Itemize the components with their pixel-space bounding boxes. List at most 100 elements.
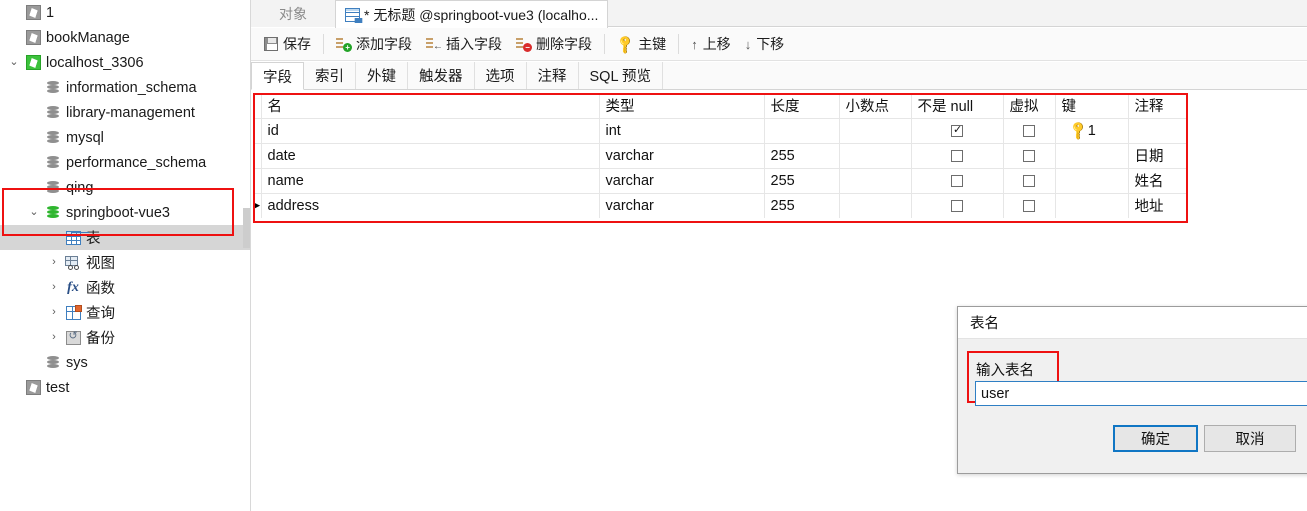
tree-item-information-schema[interactable]: information_schema	[0, 75, 250, 100]
table-row[interactable]: ▶ address varchar 255 地址	[253, 193, 1188, 218]
field-type-cell[interactable]: int	[599, 118, 765, 144]
subtab-SQL 预览[interactable]: SQL 预览	[579, 62, 664, 89]
chevron-down-icon[interactable]: ⌄	[6, 57, 22, 68]
field-length-cell[interactable]: 255	[764, 168, 840, 194]
field-comment-cell[interactable]	[1128, 118, 1188, 144]
tree-item-test[interactable]: test	[0, 375, 250, 400]
grid-column-header[interactable]: 名	[261, 93, 600, 119]
field-virtual-cell[interactable]	[1003, 193, 1056, 218]
field-decimals-cell[interactable]	[839, 143, 912, 169]
grid-column-header[interactable]: 注释	[1128, 93, 1188, 119]
grid-column-header[interactable]: 虚拟	[1003, 93, 1056, 119]
tree-item-label: localhost_3306	[46, 54, 144, 71]
subtab-字段[interactable]: 字段	[251, 62, 304, 90]
tree-item-备份[interactable]: › 备份	[0, 325, 250, 350]
chevron-right-icon[interactable]: ›	[46, 257, 62, 268]
grid-column-header[interactable]: 类型	[599, 93, 765, 119]
field-virtual-cell[interactable]	[1003, 118, 1056, 144]
field-length-cell[interactable]: 255	[764, 143, 840, 169]
save-button[interactable]: 保存	[257, 31, 318, 57]
field-grid-body[interactable]: idint🔑1datevarchar255日期namevarchar255姓名▶…	[253, 118, 1188, 218]
key-cell[interactable]: 🔑 1	[1055, 118, 1129, 144]
field-name-cell[interactable]: date	[261, 143, 600, 169]
chevron-right-icon[interactable]: ›	[46, 282, 62, 293]
grid-column-header[interactable]: 长度	[764, 93, 840, 119]
tree-item-视图[interactable]: › 视图	[0, 250, 250, 275]
sidebar-scrollbar-thumb[interactable]	[243, 208, 250, 248]
field-virtual-cell[interactable]	[1003, 143, 1056, 169]
tree-item-查询[interactable]: › 查询	[0, 300, 250, 325]
tree-item-函数[interactable]: › fx 函数	[0, 275, 250, 300]
subtab-选项[interactable]: 选项	[475, 62, 527, 89]
field-type-cell[interactable]: varchar	[599, 143, 765, 169]
move-up-label: 上移	[702, 36, 731, 52]
field-type-cell[interactable]: varchar	[599, 168, 765, 194]
field-grid-container[interactable]: 名类型长度小数点不是 null虚拟键注释 idint🔑1datevarchar2…	[253, 93, 1188, 223]
key-cell[interactable]	[1055, 168, 1129, 194]
tree-item-localhost-3306[interactable]: ⌄ localhost_3306	[0, 50, 250, 75]
field-decimals-cell[interactable]	[839, 118, 912, 144]
field-comment-cell[interactable]: 姓名	[1128, 168, 1188, 194]
primary-key-button[interactable]: 🔑 主键	[610, 31, 673, 57]
tree-item-bookmanage[interactable]: bookManage	[0, 25, 250, 50]
chevron-right-icon[interactable]: ›	[46, 332, 62, 343]
tab-objects[interactable]: 对象	[251, 0, 335, 27]
field-comment-cell[interactable]: 地址	[1128, 193, 1188, 218]
key-cell[interactable]	[1055, 193, 1129, 218]
move-down-button[interactable]: ↓ 下移	[738, 31, 792, 57]
field-notnull-cell[interactable]	[911, 143, 1004, 169]
field-comment-cell[interactable]: 日期	[1128, 143, 1188, 169]
database-icon	[46, 80, 60, 95]
tab-table-designer[interactable]: * 无标题 @springboot-vue3 (localho...	[335, 0, 609, 28]
field-notnull-cell[interactable]	[911, 168, 1004, 194]
insert-field-button[interactable]: ← 插入字段	[419, 31, 509, 57]
subtab-label: SQL 预览	[589, 69, 652, 85]
grid-column-header[interactable]: 不是 null	[911, 93, 1004, 119]
delete-field-button[interactable]: − 删除字段	[509, 31, 599, 57]
field-virtual-cell[interactable]	[1003, 168, 1056, 194]
key-cell[interactable]	[1055, 143, 1129, 169]
dialog-title-bar: 表名 ✕	[958, 307, 1307, 339]
tab-strip: 对象 * 无标题 @springboot-vue3 (localho...	[251, 0, 1307, 28]
field-name-cell[interactable]: address	[261, 193, 600, 218]
field-grid[interactable]: 名类型长度小数点不是 null虚拟键注释 idint🔑1datevarchar2…	[253, 93, 1188, 218]
subtab-索引[interactable]: 索引	[304, 62, 356, 89]
tree-item-icon	[62, 255, 84, 270]
subtab-触发器[interactable]: 触发器	[408, 62, 475, 89]
table-row[interactable]: date varchar 255 日期	[253, 143, 1188, 169]
field-length-cell[interactable]	[764, 118, 840, 144]
field-type-cell[interactable]: varchar	[599, 193, 765, 218]
grid-column-header[interactable]: 键	[1055, 93, 1129, 119]
subtab-外键[interactable]: 外键	[356, 62, 408, 89]
designer-subtabs[interactable]: 字段 索引 外键 触发器 选项 注释 SQL 预览	[251, 62, 1307, 90]
field-decimals-cell[interactable]	[839, 193, 912, 218]
tree-item-icon	[42, 80, 64, 95]
table-row[interactable]: idint 🔑1	[253, 118, 1188, 144]
cancel-button[interactable]: 取消	[1204, 425, 1296, 452]
table-name-input[interactable]: user	[975, 381, 1307, 406]
object-tree-sidebar[interactable]: 1 bookManage ⌄ localhost_3306 information_sc…	[0, 0, 250, 511]
confirm-button[interactable]: 确定	[1113, 425, 1198, 452]
tree-item-library-management[interactable]: library-management	[0, 100, 250, 125]
field-notnull-cell[interactable]	[911, 193, 1004, 218]
grid-column-header[interactable]: 小数点	[839, 93, 912, 119]
field-notnull-cell[interactable]	[911, 118, 1004, 144]
tree-item-1[interactable]: 1	[0, 0, 250, 25]
chevron-right-icon[interactable]: ›	[46, 307, 62, 318]
tree-item-icon: fx	[62, 280, 84, 296]
field-name-cell[interactable]: name	[261, 168, 600, 194]
field-decimals-cell[interactable]	[839, 168, 912, 194]
table-name-dialog[interactable]: 表名 ✕ 输入表名 user 确定 取消	[957, 306, 1307, 474]
tree-item-performance-schema[interactable]: performance_schema	[0, 150, 250, 175]
view-icon	[65, 255, 81, 270]
tree-item-mysql[interactable]: mysql	[0, 125, 250, 150]
table-row[interactable]: name varchar 255 姓名	[253, 168, 1188, 194]
add-field-icon: +	[336, 37, 352, 52]
tree-item-sys[interactable]: sys	[0, 350, 250, 375]
field-name-cell[interactable]: id	[261, 118, 600, 144]
subtab-注释[interactable]: 注释	[527, 62, 579, 89]
move-up-button[interactable]: ↑ 上移	[684, 31, 738, 57]
add-field-button[interactable]: + 添加字段	[329, 31, 419, 57]
field-length-cell[interactable]: 255	[764, 193, 840, 218]
key-icon: 🔑	[614, 32, 637, 56]
